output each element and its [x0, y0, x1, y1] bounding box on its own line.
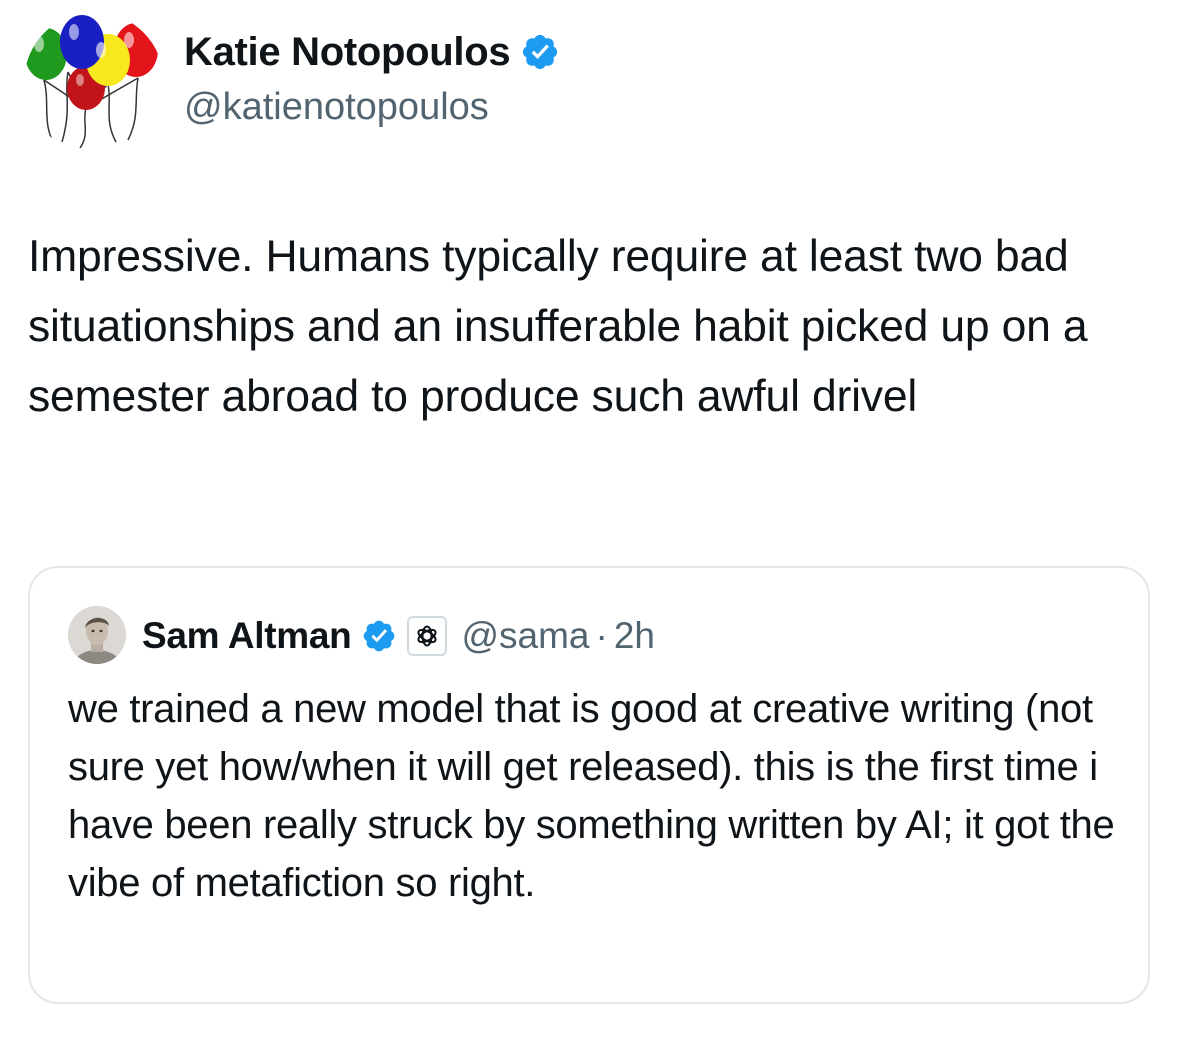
quoted-tweet-card[interactable]: Sam Altman @sama · 2h we trained a new m…	[28, 566, 1150, 1004]
verified-badge-icon[interactable]	[361, 618, 397, 654]
author-handle[interactable]: @katienotopoulos	[184, 82, 489, 132]
quoted-tweet-timestamp[interactable]: 2h	[614, 615, 655, 657]
openai-logo-icon	[417, 625, 437, 647]
tweet: Katie Notopoulos @katienotopoulos Impres…	[0, 0, 1179, 1049]
quoted-author-handle[interactable]: @sama	[461, 615, 589, 657]
openai-affiliate-badge[interactable]	[407, 616, 448, 656]
author-avatar[interactable]	[24, 12, 164, 152]
verified-badge-icon[interactable]	[520, 32, 560, 72]
separator-dot: ·	[595, 615, 608, 656]
person-photo-icon	[68, 606, 126, 664]
quoted-tweet-header: Sam Altman @sama · 2h	[142, 608, 655, 664]
author-name-text[interactable]: Katie Notopoulos	[184, 26, 511, 78]
balloons-avatar-icon	[25, 15, 158, 149]
author-name[interactable]: Katie Notopoulos	[184, 26, 560, 78]
tweet-text: Impressive. Humans typically require at …	[28, 232, 1088, 421]
quoted-author-name[interactable]: Sam Altman	[142, 615, 352, 657]
quoted-author-avatar[interactable]	[68, 606, 126, 664]
quoted-tweet-text: we trained a new model that is good at c…	[68, 687, 1115, 905]
